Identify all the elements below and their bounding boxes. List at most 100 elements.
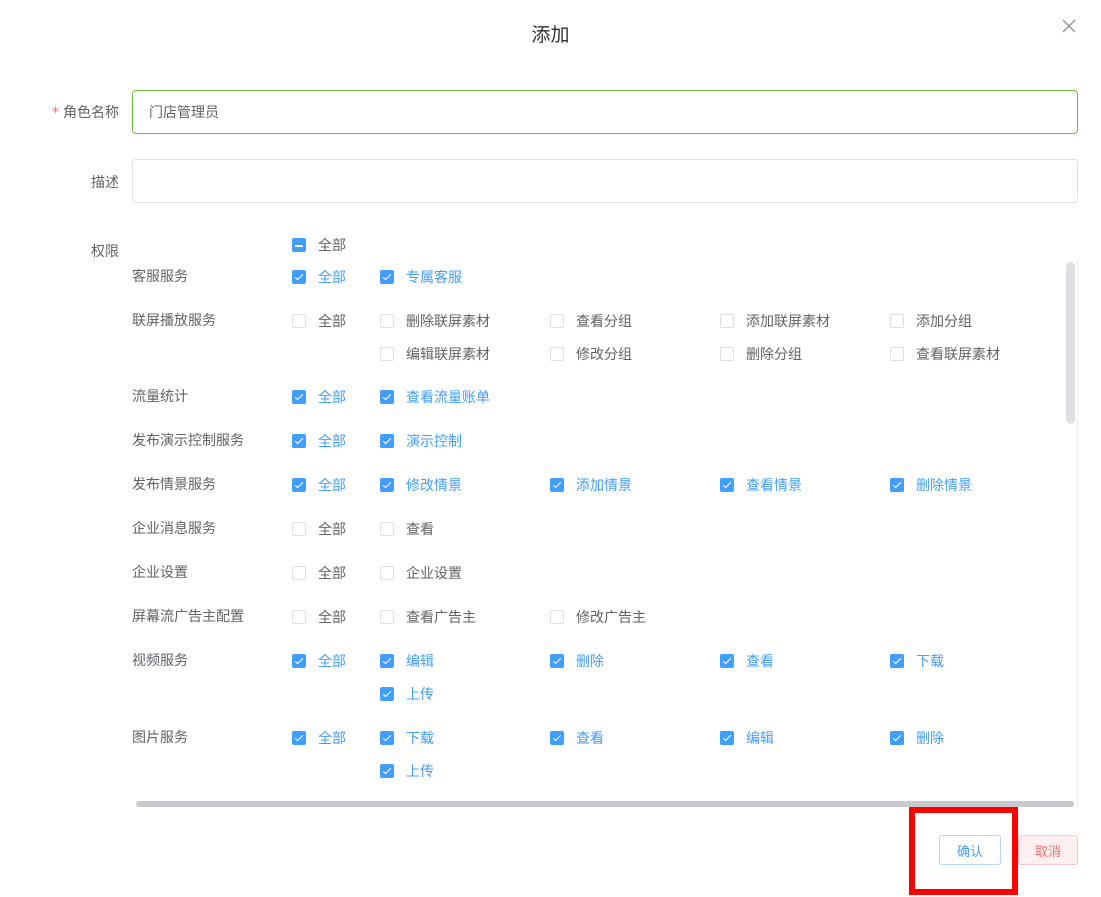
permission-item-box[interactable] <box>380 687 394 701</box>
permission-item-box[interactable] <box>380 270 394 284</box>
permission-item-box[interactable] <box>380 654 394 668</box>
permission-item-checkbox[interactable]: 编辑 <box>720 728 774 748</box>
permission-item-checkbox[interactable]: 添加分组 <box>890 311 972 331</box>
close-icon <box>1062 19 1076 33</box>
permission-item-box[interactable] <box>890 654 904 668</box>
permission-item-label: 编辑联屏素材 <box>406 347 490 363</box>
permission-item-checkbox[interactable]: 删除联屏素材 <box>380 311 490 331</box>
permission-item-box[interactable] <box>720 654 734 668</box>
permission-item-label: 添加分组 <box>916 314 972 330</box>
permission-item-box[interactable] <box>380 610 394 624</box>
permission-item-box[interactable] <box>380 478 394 492</box>
permission-item-box[interactable] <box>720 347 734 361</box>
vertical-scrollbar[interactable] <box>1066 262 1075 802</box>
permission-all-label: 全部 <box>318 522 346 538</box>
select-all-checkbox[interactable]: 全部 <box>292 235 346 255</box>
permission-all-box[interactable] <box>292 314 306 328</box>
permission-all-checkbox[interactable]: 全部 <box>292 431 346 451</box>
permission-item-checkbox[interactable]: 查看 <box>380 519 434 539</box>
permission-item-box[interactable] <box>550 478 564 492</box>
permission-all-box[interactable] <box>292 610 306 624</box>
permission-all-box[interactable] <box>292 566 306 580</box>
permission-item-box[interactable] <box>380 347 394 361</box>
permission-row: 企业设置 全部 企业设置 <box>120 563 1060 583</box>
permission-item-label: 删除情景 <box>916 478 972 494</box>
permission-item-checkbox[interactable]: 企业设置 <box>380 563 462 583</box>
description-input[interactable] <box>132 159 1078 203</box>
permission-item-checkbox[interactable]: 删除 <box>550 651 604 671</box>
permission-item-checkbox[interactable]: 删除情景 <box>890 475 972 495</box>
permission-all-box[interactable] <box>292 270 306 284</box>
permission-all-checkbox[interactable]: 全部 <box>292 651 346 671</box>
permission-item-checkbox[interactable]: 查看联屏素材 <box>890 344 1000 364</box>
permission-item-checkbox[interactable]: 删除分组 <box>720 344 802 364</box>
permission-all-label: 全部 <box>318 270 346 286</box>
role-name-input[interactable] <box>132 90 1078 134</box>
vertical-scrollbar-thumb[interactable] <box>1066 262 1075 424</box>
permission-all-box[interactable] <box>292 522 306 536</box>
permission-item-box[interactable] <box>550 347 564 361</box>
permission-item-box[interactable] <box>890 731 904 745</box>
permission-item-box[interactable] <box>380 434 394 448</box>
permission-all-box[interactable] <box>292 434 306 448</box>
permission-item-box[interactable] <box>890 478 904 492</box>
permission-item-box[interactable] <box>720 731 734 745</box>
permission-item-checkbox[interactable]: 查看分组 <box>550 311 632 331</box>
permission-all-checkbox[interactable]: 全部 <box>292 267 346 287</box>
permission-item-box[interactable] <box>380 314 394 328</box>
permission-item-checkbox[interactable]: 查看情景 <box>720 475 802 495</box>
permission-item-box[interactable] <box>380 764 394 778</box>
permission-item-box[interactable] <box>890 314 904 328</box>
permission-all-checkbox[interactable]: 全部 <box>292 728 346 748</box>
confirm-button[interactable]: 确认 <box>939 835 1001 865</box>
permission-all-checkbox[interactable]: 全部 <box>292 311 346 331</box>
permission-item-box[interactable] <box>890 347 904 361</box>
permission-all-checkbox[interactable]: 全部 <box>292 519 346 539</box>
permission-all-box[interactable] <box>292 654 306 668</box>
permission-item-box[interactable] <box>380 731 394 745</box>
permission-item-checkbox[interactable]: 添加联屏素材 <box>720 311 830 331</box>
permission-all-box[interactable] <box>292 478 306 492</box>
permission-item-checkbox[interactable]: 修改分组 <box>550 344 632 364</box>
permission-item-box[interactable] <box>550 314 564 328</box>
permission-all-checkbox[interactable]: 全部 <box>292 563 346 583</box>
permission-item-box[interactable] <box>720 478 734 492</box>
permission-row: 发布情景服务 全部 修改情景 添加情景 查看情景 删除情景 <box>120 475 1060 495</box>
permission-item-checkbox[interactable]: 演示控制 <box>380 431 462 451</box>
permission-item-box[interactable] <box>550 654 564 668</box>
permission-item-checkbox[interactable]: 查看 <box>550 728 604 748</box>
permission-item-checkbox[interactable]: 上传 <box>380 684 434 704</box>
horizontal-scrollbar[interactable] <box>136 801 1074 807</box>
permission-item-checkbox[interactable]: 删除 <box>890 728 944 748</box>
permission-item-box[interactable] <box>380 522 394 536</box>
permission-row: 企业消息服务 全部 查看 <box>120 519 1060 539</box>
close-button[interactable] <box>1061 18 1081 38</box>
permission-item-checkbox[interactable]: 下载 <box>380 728 434 748</box>
select-all-box[interactable] <box>292 238 306 252</box>
permission-item-label: 删除 <box>576 654 604 670</box>
permission-item-checkbox[interactable]: 修改情景 <box>380 475 462 495</box>
permissions-list[interactable]: 客服服务 全部 专属客服 联屏播放服务 全部 删除联屏素材 查看分组 添加联屏素材 添加分组 编辑… <box>120 260 1078 808</box>
permission-item-box[interactable] <box>550 731 564 745</box>
cancel-button[interactable]: 取消 <box>1018 835 1078 865</box>
permission-item-checkbox[interactable]: 修改广告主 <box>550 607 646 627</box>
permission-item-checkbox[interactable]: 编辑联屏素材 <box>380 344 490 364</box>
permission-item-checkbox[interactable]: 查看广告主 <box>380 607 476 627</box>
permission-item-checkbox[interactable]: 下载 <box>890 651 944 671</box>
permission-all-checkbox[interactable]: 全部 <box>292 475 346 495</box>
permission-item-label: 添加情景 <box>576 478 632 494</box>
permission-item-box[interactable] <box>380 390 394 404</box>
permission-item-checkbox[interactable]: 专属客服 <box>380 267 462 287</box>
permission-item-checkbox[interactable]: 上传 <box>380 761 434 781</box>
permission-item-checkbox[interactable]: 查看流量账单 <box>380 387 490 407</box>
permission-item-box[interactable] <box>380 566 394 580</box>
permission-item-checkbox[interactable]: 查看 <box>720 651 774 671</box>
permission-all-checkbox[interactable]: 全部 <box>292 387 346 407</box>
permission-item-box[interactable] <box>720 314 734 328</box>
permission-all-box[interactable] <box>292 731 306 745</box>
permission-item-checkbox[interactable]: 编辑 <box>380 651 434 671</box>
permission-item-checkbox[interactable]: 添加情景 <box>550 475 632 495</box>
permission-all-checkbox[interactable]: 全部 <box>292 607 346 627</box>
permission-item-box[interactable] <box>550 610 564 624</box>
permission-all-box[interactable] <box>292 390 306 404</box>
